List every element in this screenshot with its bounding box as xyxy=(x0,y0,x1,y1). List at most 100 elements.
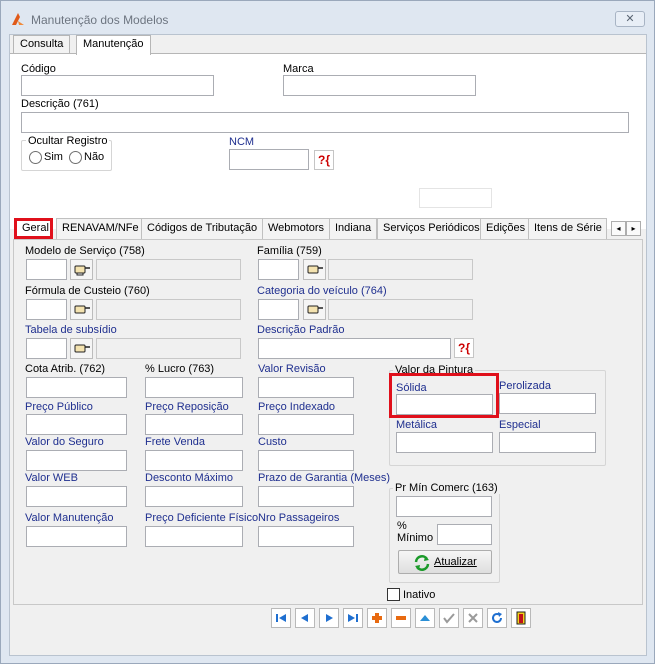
descricao-label: Descrição (761) xyxy=(21,98,99,110)
insert-record-button[interactable] xyxy=(367,608,387,628)
formula-custeio-code-input[interactable] xyxy=(26,299,67,320)
inner-tab-strip: Geral RENAVAM/NFe Códigos de Tributação … xyxy=(10,218,646,240)
ncm-label: NCM xyxy=(229,136,255,148)
preco-indexado-input[interactable] xyxy=(258,414,354,435)
first-icon xyxy=(276,614,286,622)
delete-record-button[interactable] xyxy=(391,608,411,628)
radio-nao[interactable] xyxy=(69,151,82,164)
familia-code-input[interactable] xyxy=(258,259,299,280)
prazo-garantia-input[interactable] xyxy=(258,486,354,507)
preco-indexado-label: Preço Indexado xyxy=(258,401,336,413)
modelo-servico-code-input[interactable] xyxy=(26,259,67,280)
tabela-subsidio-code-input[interactable] xyxy=(26,338,67,359)
perolizada-input[interactable] xyxy=(499,393,596,414)
close-button[interactable]: ✕ xyxy=(615,11,645,27)
categoria-veiculo-code-input[interactable] xyxy=(258,299,299,320)
previous-record-button[interactable] xyxy=(295,608,315,628)
tab-itens-serie[interactable]: Itens de Série xyxy=(528,218,607,239)
modelo-servico-lookup-button[interactable] xyxy=(70,259,93,280)
tab-renavam[interactable]: RENAVAM/NFe xyxy=(56,218,145,239)
valor-seguro-input[interactable] xyxy=(26,450,127,471)
tab-servicos-periodicos[interactable]: Serviços Periódicos xyxy=(377,218,486,239)
frete-venda-input[interactable] xyxy=(145,450,243,471)
desconto-maximo-input[interactable] xyxy=(145,486,243,507)
last-record-button[interactable] xyxy=(343,608,363,628)
next-icon xyxy=(326,614,333,622)
refresh-records-button[interactable] xyxy=(487,608,507,628)
exit-door-icon xyxy=(516,611,526,625)
tab-webmotors[interactable]: Webmotors xyxy=(262,218,331,239)
solida-input[interactable] xyxy=(396,394,493,415)
pr-min-comerc-input[interactable] xyxy=(396,496,492,517)
tab-geral[interactable]: Geral xyxy=(14,218,53,239)
valor-revisao-input[interactable] xyxy=(258,377,354,398)
aux-field[interactable] xyxy=(419,188,492,208)
pointing-hand-icon xyxy=(307,265,323,274)
first-record-button[interactable] xyxy=(271,608,291,628)
descricao-padrao-lookup-button[interactable]: ?{ xyxy=(454,338,474,358)
tab-consulta-label: Consulta xyxy=(20,38,64,50)
question-icon: ?{ xyxy=(318,153,330,167)
ocultar-registro-label: Ocultar Registro xyxy=(26,135,110,147)
metalica-label: Metálica xyxy=(396,419,437,431)
preco-reposicao-input[interactable] xyxy=(145,414,243,435)
edit-record-button[interactable] xyxy=(415,608,435,628)
tab-scroll-left-button[interactable]: ◂ xyxy=(611,221,626,236)
tab-manutencao[interactable]: Manutenção xyxy=(76,35,151,55)
cota-atrib-input[interactable] xyxy=(26,377,127,398)
nro-passageiros-input[interactable] xyxy=(258,526,354,547)
tab-itens-label: Itens de Série xyxy=(534,222,602,234)
modelo-servico-label: Modelo de Serviço (758) xyxy=(25,245,145,257)
preco-deficiente-input[interactable] xyxy=(145,526,243,547)
edit-icon xyxy=(420,615,430,621)
categoria-veiculo-desc xyxy=(328,299,473,320)
last-icon xyxy=(348,614,358,622)
radio-sim[interactable] xyxy=(29,151,42,164)
next-record-button[interactable] xyxy=(319,608,339,628)
cancel-record-button[interactable] xyxy=(463,608,483,628)
descricao-padrao-input[interactable] xyxy=(258,338,451,359)
ncm-lookup-button[interactable]: ?{ xyxy=(314,150,334,170)
exit-button[interactable] xyxy=(511,608,531,628)
tab-codigos-tributacao[interactable]: Códigos de Tributação xyxy=(141,218,264,239)
inativo-checkbox[interactable] xyxy=(387,588,400,601)
tabela-subsidio-label: Tabela de subsídio xyxy=(25,324,117,336)
descricao-input[interactable] xyxy=(21,112,629,133)
pointing-hand-icon xyxy=(74,344,90,353)
metalica-input[interactable] xyxy=(396,432,493,453)
preco-deficiente-label: Preço Deficiente Físico xyxy=(145,512,259,524)
codigo-input[interactable] xyxy=(21,75,214,96)
categoria-veiculo-lookup-button[interactable] xyxy=(303,299,326,320)
familia-lookup-button[interactable] xyxy=(303,259,326,280)
valor-web-input[interactable] xyxy=(26,486,127,507)
pct-lucro-label: % Lucro (763) xyxy=(145,363,215,375)
desconto-maximo-label: Desconto Máximo xyxy=(145,472,234,484)
atualizar-button[interactable]: Atualizar xyxy=(398,550,492,574)
valor-manutencao-label: Valor Manutenção xyxy=(25,512,114,524)
marca-input[interactable] xyxy=(283,75,476,96)
custo-input[interactable] xyxy=(258,450,354,471)
nro-passageiros-label: Nro Passageiros xyxy=(258,512,340,524)
tabela-subsidio-lookup-button[interactable] xyxy=(70,338,93,359)
question-icon: ?{ xyxy=(458,341,470,355)
inativo-label: Inativo xyxy=(403,589,436,601)
tab-manutencao-label: Manutenção xyxy=(83,38,144,50)
title-bar: Manutenção dos Modelos ✕ xyxy=(1,1,654,35)
valor-manutencao-input[interactable] xyxy=(26,526,127,547)
formula-custeio-lookup-button[interactable] xyxy=(70,299,93,320)
post-record-button[interactable] xyxy=(439,608,459,628)
tab-scroll-right-button[interactable]: ▸ xyxy=(626,221,641,236)
modelo-servico-desc xyxy=(96,259,241,280)
tab-indiana[interactable]: Indiana xyxy=(329,218,378,239)
pct-minimo-input[interactable] xyxy=(437,524,492,545)
cota-atrib-label: Cota Atrib. (762) xyxy=(25,363,106,375)
especial-input[interactable] xyxy=(499,432,596,453)
tab-edicoes[interactable]: Edições xyxy=(480,218,532,239)
tab-consulta[interactable]: Consulta xyxy=(13,35,71,54)
familia-label: Família (759) xyxy=(257,245,322,257)
ncm-input[interactable] xyxy=(229,149,309,170)
pct-lucro-input[interactable] xyxy=(145,377,243,398)
tab-geral-label: Geral xyxy=(22,222,49,234)
tabela-subsidio-desc xyxy=(96,338,241,359)
preco-publico-input[interactable] xyxy=(26,414,127,435)
